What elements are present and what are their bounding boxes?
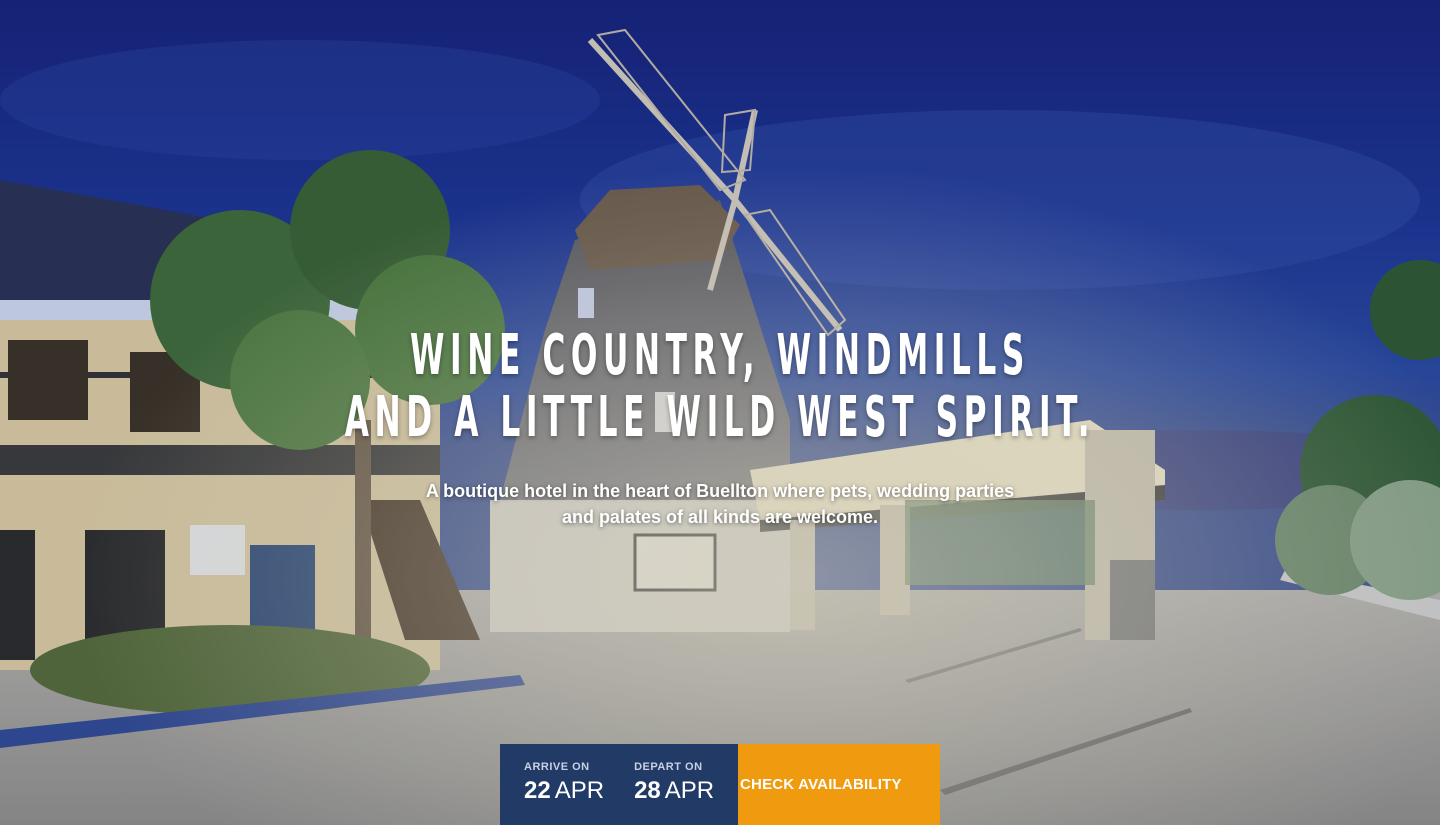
arrive-month: APR — [554, 777, 605, 804]
booking-bar: ARRIVE ON 22 APR DEPART ON 28 APR CHECK AV… — [500, 744, 940, 825]
depart-day: 28 — [634, 777, 661, 804]
subtitle-line-1: A boutique hotel in the heart of Buellto… — [425, 481, 1015, 501]
depart-date-picker[interactable]: DEPART ON 28 APR — [604, 744, 714, 825]
arrive-label: ARRIVE ON — [524, 761, 590, 773]
booking-dates: ARRIVE ON 22 APR DEPART ON 28 APR — [500, 744, 738, 825]
depart-label: DEPART ON — [634, 761, 703, 773]
hero-headline: WINE COUNTRY, WINDMILLS AND A LITTLE WIL… — [0, 325, 1440, 449]
depart-date-value: 28 APR — [634, 777, 714, 805]
arrive-day: 22 — [524, 777, 551, 804]
subtitle-line-2: and palates of all kinds are welcome. — [561, 507, 879, 527]
hero-subtitle: A boutique hotel in the heart of Buellto… — [0, 478, 1440, 530]
check-availability-button[interactable]: CHECK AVAILABILITY — [738, 744, 940, 825]
arrive-date-value: 22 APR — [524, 777, 604, 805]
depart-month: APR — [664, 777, 715, 804]
arrive-date-picker[interactable]: ARRIVE ON 22 APR — [500, 744, 604, 825]
hero-section: WINE COUNTRY, WINDMILLS AND A LITTLE WIL… — [0, 0, 1440, 825]
headline-line-2: AND A LITTLE WILD WEST SPIRIT. — [344, 385, 1096, 450]
headline-line-1: WINE COUNTRY, WINDMILLS — [410, 323, 1030, 388]
